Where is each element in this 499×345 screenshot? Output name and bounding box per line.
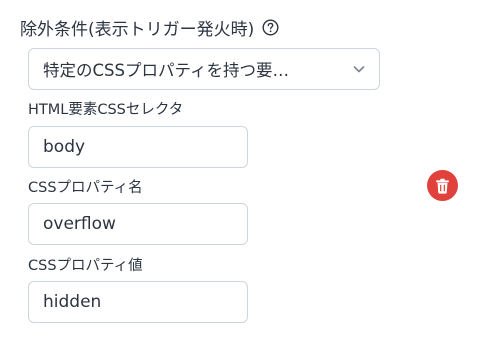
delete-condition-button[interactable] — [427, 170, 458, 201]
condition-type-selected-value: 特定のCSSプロパティを持つ要… — [43, 61, 289, 80]
trash-icon — [435, 178, 450, 194]
selector-input[interactable] — [28, 126, 248, 168]
property-value-label: CSSプロパティ値 — [28, 258, 143, 274]
question-circle-icon[interactable] — [262, 18, 279, 36]
condition-type-select[interactable]: 特定のCSSプロパティを持つ要… — [28, 48, 380, 90]
chevron-down-icon — [351, 61, 367, 77]
property-name-label: CSSプロパティ名 — [28, 180, 143, 196]
property-value-input[interactable] — [28, 281, 248, 323]
section-title: 除外条件(表示トリガー発火時) — [20, 19, 255, 40]
property-name-input[interactable] — [28, 203, 248, 245]
selector-label: HTML要素CSSセレクタ — [28, 102, 184, 118]
exclusion-condition-header: 除外条件(表示トリガー発火時) — [20, 14, 279, 40]
